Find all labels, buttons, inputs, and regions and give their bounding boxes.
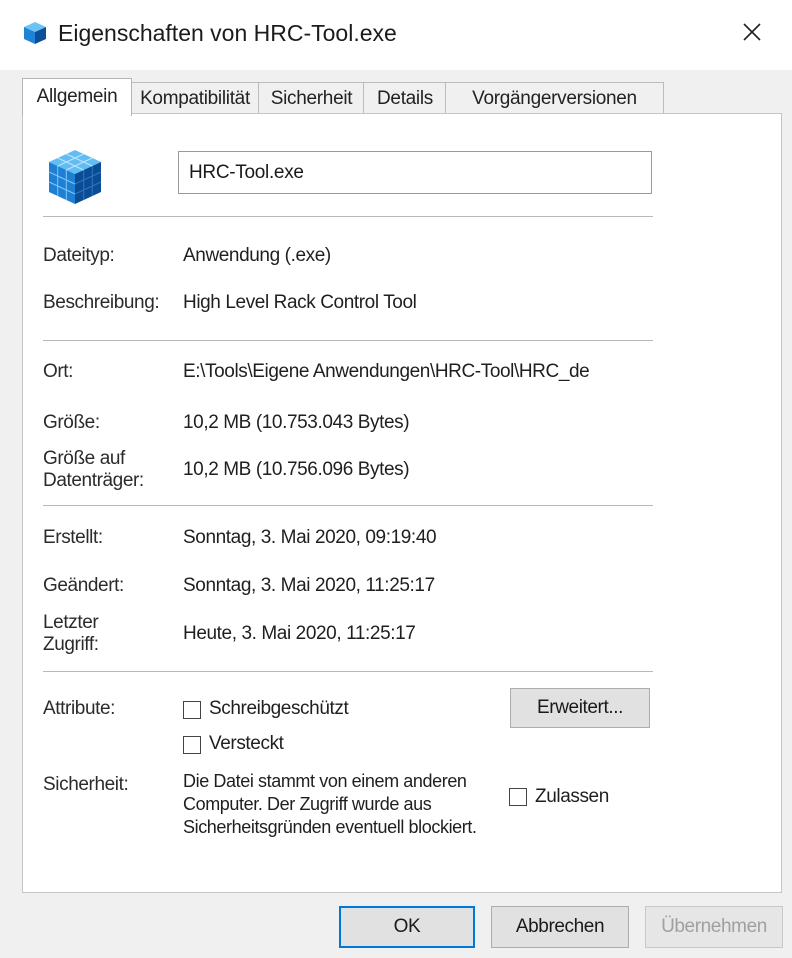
hidden-label: Versteckt bbox=[209, 733, 284, 754]
tab-allgemein[interactable]: Allgemein bbox=[22, 78, 132, 116]
separator bbox=[43, 340, 653, 341]
security-warning-text: Die Datei stammt von einem anderen Compu… bbox=[183, 771, 477, 837]
close-button[interactable] bbox=[712, 0, 792, 64]
created-label: Erstellt: bbox=[43, 527, 103, 548]
description-label: Beschreibung: bbox=[43, 292, 160, 313]
tab-details[interactable]: Details bbox=[363, 82, 447, 115]
accessed-value: Heute, 3. Mai 2020, 11:25:17 bbox=[183, 623, 416, 644]
readonly-label: Schreibgeschützt bbox=[209, 698, 349, 719]
tab-strip: Allgemein Kompatibilität Sicherheit Deta… bbox=[22, 78, 782, 116]
app-cube-icon bbox=[24, 22, 46, 44]
unblock-label: Zulassen bbox=[535, 786, 609, 807]
accessed-label-line2: Zugriff: bbox=[43, 634, 99, 655]
close-icon bbox=[743, 23, 761, 41]
size-on-disk-value: 10,2 MB (10.756.096 Bytes) bbox=[183, 459, 410, 480]
size-label: Größe: bbox=[43, 412, 100, 433]
readonly-checkbox[interactable] bbox=[183, 701, 201, 719]
accessed-label-line1: Letzter bbox=[43, 612, 99, 633]
filename-input[interactable] bbox=[178, 151, 652, 194]
tab-vorgaengerversionen[interactable]: Vorgängerversionen bbox=[445, 82, 664, 115]
file-type-value: Anwendung (.exe) bbox=[183, 245, 331, 266]
cancel-button[interactable]: Abbrechen bbox=[491, 906, 629, 948]
security-label: Sicherheit: bbox=[43, 774, 129, 795]
advanced-button[interactable]: Erweitert... bbox=[510, 688, 650, 728]
size-value: 10,2 MB (10.753.043 Bytes) bbox=[183, 412, 410, 433]
modified-label: Geändert: bbox=[43, 575, 124, 596]
size-on-disk-label-line1: Größe auf bbox=[43, 448, 125, 469]
attributes-label: Attribute: bbox=[43, 698, 116, 719]
separator bbox=[43, 216, 653, 217]
window-title: Eigenschaften von HRC-Tool.exe bbox=[58, 20, 397, 46]
file-type-label: Dateityp: bbox=[43, 245, 115, 266]
app-cube-icon bbox=[48, 150, 102, 204]
general-panel: Dateityp: Anwendung (.exe) Beschreibung:… bbox=[22, 113, 782, 893]
separator bbox=[43, 671, 653, 672]
modified-value: Sonntag, 3. Mai 2020, 11:25:17 bbox=[183, 575, 435, 596]
location-value: E:\Tools\Eigene Anwendungen\HRC-Tool\HRC… bbox=[183, 361, 590, 382]
unblock-checkbox[interactable] bbox=[509, 788, 527, 806]
location-label: Ort: bbox=[43, 361, 74, 382]
apply-button[interactable]: Übernehmen bbox=[645, 906, 783, 948]
separator bbox=[43, 505, 653, 506]
hidden-checkbox[interactable] bbox=[183, 736, 201, 754]
size-on-disk-label-line2: Datenträger: bbox=[43, 470, 144, 491]
tab-sicherheit[interactable]: Sicherheit bbox=[258, 82, 365, 115]
description-value: High Level Rack Control Tool bbox=[183, 292, 417, 313]
title-bar: Eigenschaften von HRC-Tool.exe bbox=[0, 0, 792, 70]
created-value: Sonntag, 3. Mai 2020, 09:19:40 bbox=[183, 527, 437, 548]
tab-kompatibilitaet[interactable]: Kompatibilität bbox=[130, 82, 260, 115]
ok-button[interactable]: OK bbox=[339, 906, 475, 948]
